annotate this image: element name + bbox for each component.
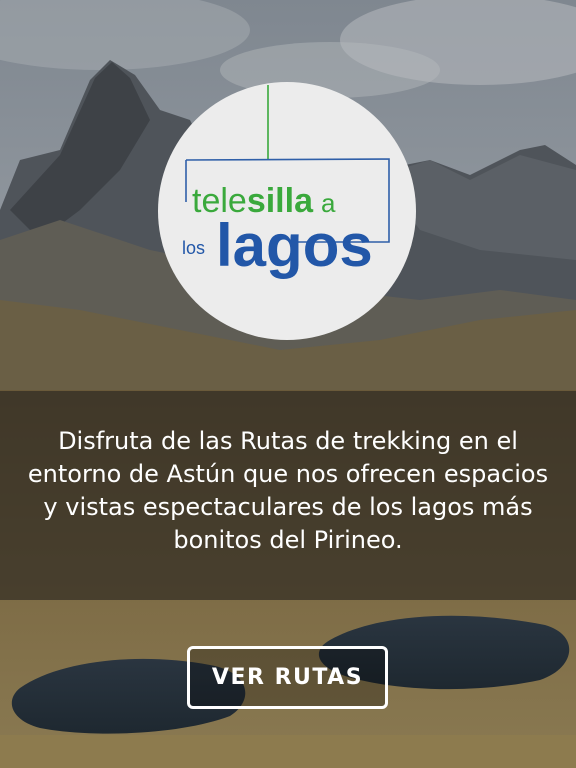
telesilla-logo: telesilla a los lagos xyxy=(182,85,390,279)
ver-rutas-button[interactable]: VER RUTAS xyxy=(187,646,388,709)
logo-word-los: los xyxy=(182,238,205,258)
logo-word-lagos: lagos xyxy=(216,212,373,279)
description-text: Disfruta de las Rutas de trekking en el … xyxy=(27,427,549,554)
